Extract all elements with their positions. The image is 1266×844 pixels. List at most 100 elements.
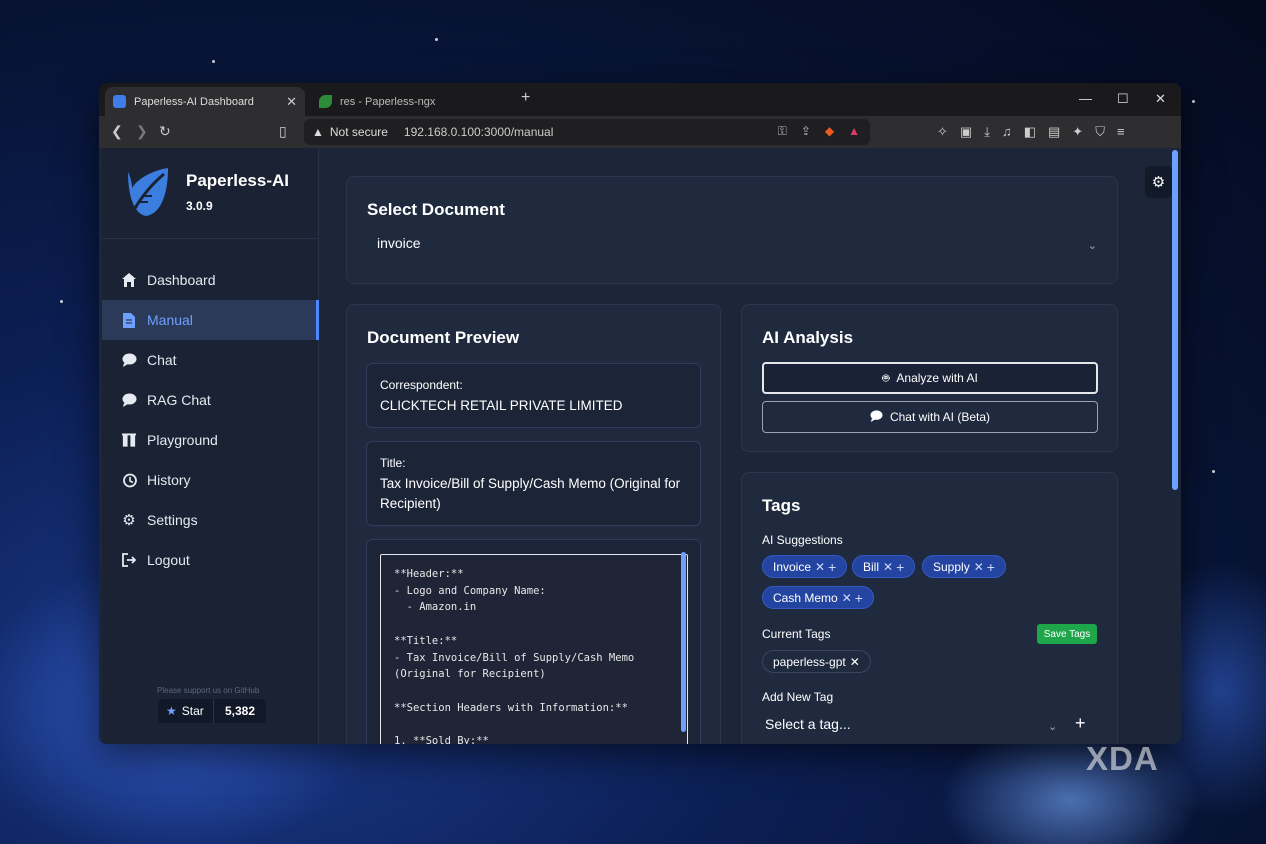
maximize-icon[interactable]: ☐: [1117, 91, 1129, 107]
chevron-down-icon[interactable]: ⌄: [1048, 720, 1057, 733]
add-icon[interactable]: +: [987, 559, 995, 575]
sidebar-item-manual[interactable]: Manual: [102, 300, 319, 340]
browser-toolbar: ❮ ❯ ↻ ▯ ▲ Not secure 192.168.0.100:3000/…: [99, 116, 1181, 148]
gear-icon: ⚙: [1151, 174, 1166, 191]
reload-icon[interactable]: ↻: [159, 123, 171, 140]
scrollbar[interactable]: [681, 552, 686, 732]
suggested-tag[interactable]: Supply ✕ +: [922, 555, 1006, 578]
background-star: [212, 60, 215, 63]
warning-icon: ▲: [312, 125, 324, 139]
star-count: 5,382: [224, 704, 256, 718]
tag-label: Supply: [933, 559, 970, 574]
chevron-down-icon[interactable]: ⌄: [1088, 239, 1097, 252]
remove-icon[interactable]: ✕: [974, 560, 984, 574]
security-status: Not secure: [329, 125, 388, 139]
sidebar-item-logout[interactable]: Logout: [102, 540, 319, 580]
document-icon: [121, 312, 137, 328]
card-title: AI Analysis: [762, 328, 854, 347]
analyze-with-ai-button[interactable]: 🤖︎ Analyze with AI: [762, 362, 1098, 394]
home-icon: [121, 272, 137, 288]
add-icon[interactable]: +: [855, 590, 863, 606]
sidebar-item-rag-chat[interactable]: RAG Chat: [102, 380, 319, 420]
sidebar-item-label: History: [147, 472, 191, 488]
github-star-button[interactable]: ★ Star 5,382: [158, 699, 266, 723]
back-icon[interactable]: ❮: [111, 123, 123, 140]
brave-shield-icon[interactable]: ◆: [825, 124, 834, 139]
tab-paperless-ngx[interactable]: res - Paperless-ngx: [311, 87, 511, 116]
suggested-tag[interactable]: Cash Memo ✕ +: [762, 586, 874, 609]
paperless-ai-logo-icon: [128, 168, 168, 216]
address-bar[interactable]: ▲ Not secure 192.168.0.100:3000/manual ⚿…: [304, 119, 870, 145]
logout-icon: [121, 552, 137, 568]
xda-watermark: XDA: [1086, 740, 1159, 777]
sidebar-item-settings[interactable]: ⚙ Settings: [102, 500, 319, 540]
share-icon[interactable]: ⇪: [801, 124, 811, 139]
save-tags-button[interactable]: Save Tags: [1037, 624, 1097, 644]
forward-icon[interactable]: ❯: [136, 123, 148, 140]
brand: Paperless-AI 3.0.9: [124, 166, 289, 218]
chat-icon: [870, 409, 883, 425]
document-content-text[interactable]: **Header:** - Logo and Company Name: - A…: [380, 554, 688, 744]
remove-icon[interactable]: ✕: [815, 560, 825, 574]
leaf-favicon-icon: [319, 95, 332, 108]
history-icon: [121, 472, 137, 488]
suggested-tag[interactable]: Bill ✕ +: [852, 555, 916, 578]
tag-label: Bill: [863, 559, 880, 574]
minimize-icon[interactable]: —: [1079, 91, 1092, 106]
sidebar-item-label: Playground: [147, 432, 218, 448]
correspondent-label: Correspondent:: [380, 378, 463, 392]
tab-title: res - Paperless-ngx: [340, 95, 436, 108]
add-tag-icon[interactable]: +: [1075, 713, 1086, 734]
brave-rewards-icon[interactable]: ▲: [848, 124, 860, 139]
sidebar-item-dashboard[interactable]: Dashboard: [102, 260, 319, 300]
theme-settings-button[interactable]: ⚙: [1145, 166, 1172, 198]
card-title: Select Document: [367, 200, 505, 219]
tab-paperless-ai[interactable]: Paperless-AI Dashboard ✕: [105, 87, 305, 116]
close-window-icon[interactable]: ✕: [1155, 91, 1166, 107]
correspondent-value: CLICKTECH RETAIL PRIVATE LIMITED: [380, 398, 623, 413]
leo-ai-icon[interactable]: ✦: [1072, 124, 1083, 140]
document-select[interactable]: invoice: [367, 235, 1117, 251]
sidebar-item-history[interactable]: History: [102, 460, 319, 500]
sidebar-item-label: Chat: [147, 352, 177, 368]
new-tab-icon[interactable]: +: [521, 89, 530, 107]
extensions-icon[interactable]: ✧: [937, 124, 948, 140]
sidebar-item-playground[interactable]: Playground: [102, 420, 319, 460]
close-icon[interactable]: ✕: [286, 94, 297, 110]
paperless-ai-app: Paperless-AI 3.0.9 Dashboard Manual Chat…: [99, 148, 1181, 744]
suggested-tag[interactable]: Invoice ✕ +: [762, 555, 848, 578]
remove-icon[interactable]: ✕: [883, 560, 893, 574]
document-content: **Header:** - Logo and Company Name: - A…: [366, 539, 701, 744]
toolbar-icons: ✧ ▣ ⤓ ♫ ◧ ▤ ✦ ⛉ ≡: [937, 124, 1125, 140]
background-star: [1212, 470, 1215, 473]
bookmark-icon[interactable]: ▯: [279, 123, 287, 140]
sidebar-item-chat[interactable]: Chat: [102, 340, 319, 380]
paperless-ai-favicon-icon: [113, 95, 126, 108]
tag-select[interactable]: Select a tag...: [762, 716, 1062, 732]
sidebar-toggle-icon[interactable]: ◧: [1024, 124, 1036, 140]
title-label: Title:: [380, 456, 406, 470]
music-icon[interactable]: ♫: [1002, 124, 1012, 140]
add-icon[interactable]: +: [896, 559, 904, 575]
remove-icon[interactable]: ✕: [842, 591, 852, 605]
button-label: Analyze with AI: [896, 371, 978, 385]
wallet-icon[interactable]: ▤: [1048, 124, 1060, 140]
sidebar-item-label: Logout: [147, 552, 190, 568]
chat-with-ai-button[interactable]: Chat with AI (Beta): [762, 401, 1098, 433]
page-scrollbar[interactable]: [1172, 150, 1178, 490]
remove-icon[interactable]: ✕: [850, 655, 860, 669]
tag-label: Cash Memo: [773, 590, 838, 605]
current-tag[interactable]: paperless-gpt ✕: [762, 650, 871, 673]
main-content: Select Document invoice ⌄ Document Previ…: [320, 148, 1181, 744]
vpn-icon[interactable]: ⛉: [1095, 124, 1105, 140]
key-icon[interactable]: ⚿: [778, 124, 787, 139]
tab-strip: Paperless-AI Dashboard ✕ res - Paperless…: [99, 83, 1181, 116]
menu-icon[interactable]: ≡: [1117, 124, 1125, 140]
screenshot-icon[interactable]: ▣: [960, 124, 972, 140]
add-icon[interactable]: +: [828, 559, 836, 575]
correspondent-field: Correspondent: CLICKTECH RETAIL PRIVATE …: [366, 363, 701, 428]
select-document-card: Select Document invoice ⌄: [346, 176, 1118, 284]
download-icon[interactable]: ⤓: [984, 124, 990, 140]
sidebar-item-label: Manual: [147, 312, 193, 328]
url-text[interactable]: 192.168.0.100:3000/manual: [404, 125, 553, 139]
